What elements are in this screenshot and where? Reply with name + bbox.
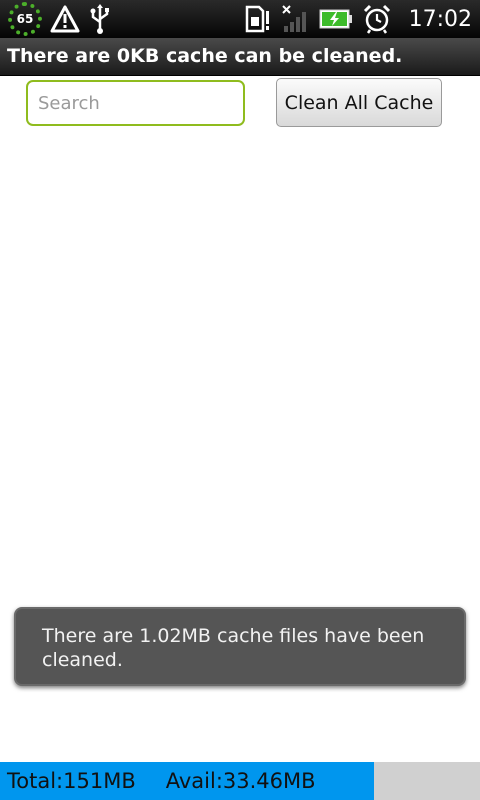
clean-all-cache-button[interactable]: Clean All Cache [276, 78, 442, 127]
warning-icon [50, 5, 80, 33]
toast-message: There are 1.02MB cache files have been c… [42, 625, 425, 671]
search-input[interactable] [28, 82, 243, 124]
usb-icon [88, 4, 112, 34]
battery-charging-icon [319, 8, 353, 30]
storage-bar: Total:151MB Avail:33.46MB [0, 762, 480, 800]
search-field[interactable] [26, 80, 245, 126]
sim-card-icon [245, 5, 271, 33]
page-title: There are 0KB cache can be cleaned. [7, 45, 403, 67]
toast-notification: There are 1.02MB cache files have been c… [14, 607, 466, 686]
status-bar-right: 17:02 [245, 3, 472, 35]
status-bar: 65 17:02 [0, 0, 480, 38]
title-bar: There are 0KB cache can be cleaned. [0, 38, 480, 76]
storage-available: Avail:33.46MB [165, 769, 316, 793]
battery-level: 65 [16, 12, 34, 26]
no-signal-icon [281, 4, 309, 34]
clock: 17:02 [408, 6, 472, 32]
status-bar-left: 65 [8, 2, 112, 36]
battery-ring-icon: 65 [8, 2, 42, 36]
alarm-clock-icon [363, 4, 391, 34]
storage-text: Total:151MB Avail:33.46MB [7, 762, 316, 800]
storage-total: Total:151MB [7, 769, 136, 793]
clean-all-cache-label: Clean All Cache [284, 91, 434, 114]
